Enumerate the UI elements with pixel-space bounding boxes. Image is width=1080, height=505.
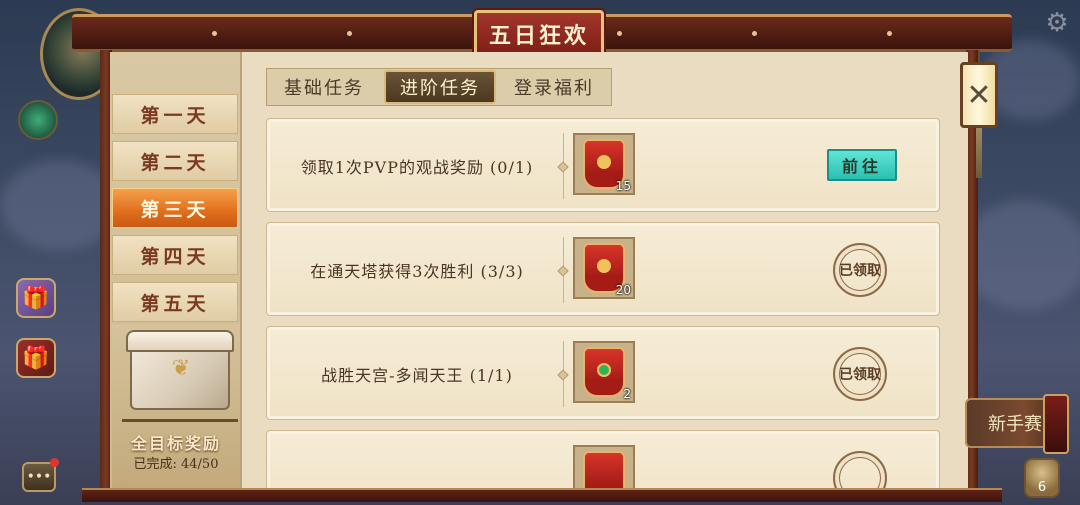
jade-seal: [597, 363, 611, 377]
divider-diamond: [557, 265, 569, 277]
day-tab-3[interactable]: 第三天: [112, 188, 238, 228]
panel-footer-bar: [82, 488, 1002, 502]
task-row: 战胜天宫-多闻天王 (1/1) 2 已领取: [266, 326, 940, 420]
reward-item-slot[interactable]: 2: [573, 341, 635, 403]
task-list[interactable]: 领取1次PVP的观战奖励 (0/1) 15 前往 在通天塔获得3次胜利 (3/3…: [262, 114, 946, 488]
decor-dot: [212, 31, 217, 36]
claimed-stamp: [833, 451, 887, 488]
currency-count: 6: [1037, 480, 1047, 495]
chest-title: 全目标奖励: [130, 434, 221, 453]
notification-dot: [50, 458, 59, 467]
task-description: 在通天塔获得3次胜利 (3/3): [310, 262, 524, 281]
decor-dot: [347, 31, 352, 36]
currency-button[interactable]: 6: [1024, 458, 1060, 498]
chat-icon: •••: [26, 469, 52, 485]
task-description: 领取1次PVP的观战奖励 (0/1): [300, 158, 534, 177]
day-tab-4[interactable]: 第四天: [112, 235, 238, 275]
close-icon: ✕: [966, 77, 992, 113]
task-row: [266, 430, 940, 488]
claimed-stamp: 已领取: [833, 347, 887, 401]
gear-icon[interactable]: ⚙: [1042, 8, 1072, 38]
day-tab-1[interactable]: 第一天: [112, 94, 238, 134]
newbie-contest-label: 新手赛: [988, 414, 1042, 435]
day-tab-5[interactable]: 第五天: [112, 282, 238, 322]
tab-login-bonus[interactable]: 登录福利: [502, 70, 606, 104]
go-button[interactable]: 前往: [827, 149, 897, 181]
pouch-seal: [597, 155, 611, 169]
task-description: 战胜天宫-多闻天王 (1/1): [321, 366, 513, 385]
task-row: 领取1次PVP的观战奖励 (0/1) 15 前往: [266, 118, 940, 212]
chest-lid: [126, 330, 234, 352]
panel-title: 五日狂欢: [474, 10, 604, 58]
jade-orb-icon[interactable]: [18, 100, 58, 140]
tab-basic-tasks[interactable]: 基础任务: [272, 70, 376, 104]
day-tab-2[interactable]: 第二天: [112, 141, 238, 181]
divider-diamond: [557, 161, 569, 173]
chest-progress: 已完成: 44/50: [133, 457, 219, 472]
close-button[interactable]: ✕: [960, 62, 998, 128]
reward-count: 15: [615, 179, 631, 193]
tab-advanced-tasks[interactable]: 进阶任务: [384, 70, 496, 104]
red-gift-icon[interactable]: 🎁: [16, 338, 56, 378]
background-cloud: [960, 200, 1080, 310]
reward-item-slot[interactable]: 15: [573, 133, 635, 195]
newbie-contest-banner: [1043, 394, 1069, 454]
newbie-contest-button[interactable]: 新手赛: [965, 394, 1069, 454]
reward-item-slot[interactable]: 20: [573, 237, 635, 299]
red-pouch-icon: [583, 451, 625, 488]
chest-stand: [122, 408, 238, 422]
pouch-seal: [597, 259, 611, 273]
chat-button[interactable]: •••: [22, 462, 56, 492]
decor-dot: [617, 31, 622, 36]
decor-dot: [752, 31, 757, 36]
lantern-tassel: [976, 128, 982, 178]
reward-count: 2: [623, 387, 631, 401]
task-row: 在通天塔获得3次胜利 (3/3) 20 已领取: [266, 222, 940, 316]
decor-dot: [887, 31, 892, 36]
chest-lock-icon: ❦: [171, 356, 191, 381]
reward-count: 20: [615, 283, 631, 297]
reward-item-slot[interactable]: [573, 445, 635, 488]
claimed-stamp: 已领取: [833, 243, 887, 297]
divider-diamond: [557, 369, 569, 381]
gift-box-icon[interactable]: 🎁: [16, 278, 56, 318]
red-pouch-icon: [583, 347, 625, 397]
